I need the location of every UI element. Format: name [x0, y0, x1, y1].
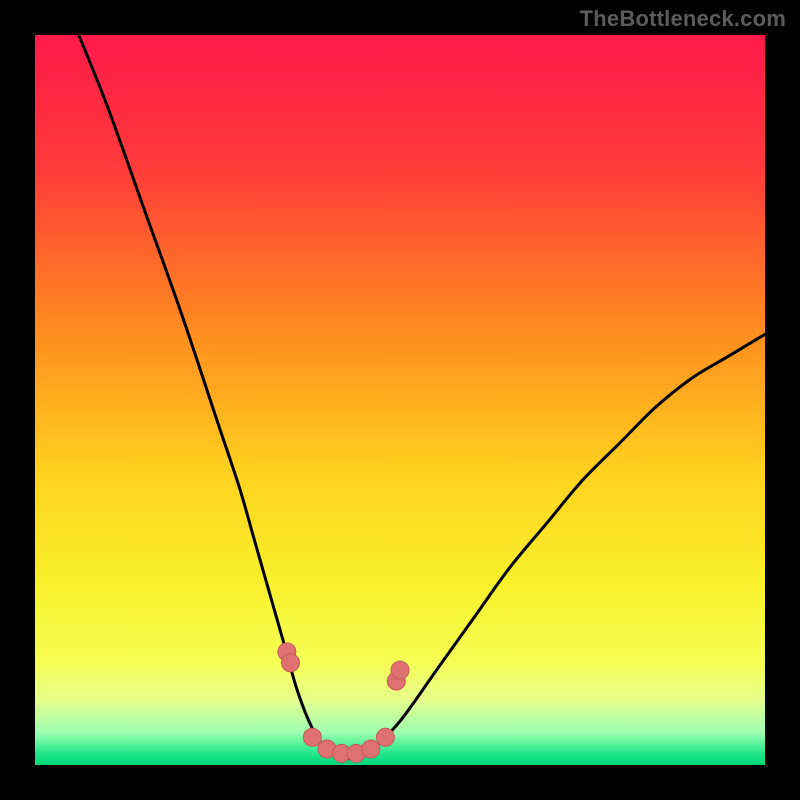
marker-dot: [391, 661, 409, 679]
curve-layer: [35, 35, 765, 765]
plot-area: [35, 35, 765, 765]
chart-frame: TheBottleneck.com: [0, 0, 800, 800]
watermark-text: TheBottleneck.com: [580, 6, 786, 32]
highlight-markers: [278, 643, 409, 762]
bottleneck-curve: [79, 35, 765, 759]
marker-dot: [303, 728, 321, 746]
marker-dot: [362, 740, 380, 758]
marker-dot: [282, 654, 300, 672]
marker-dot: [376, 728, 394, 746]
